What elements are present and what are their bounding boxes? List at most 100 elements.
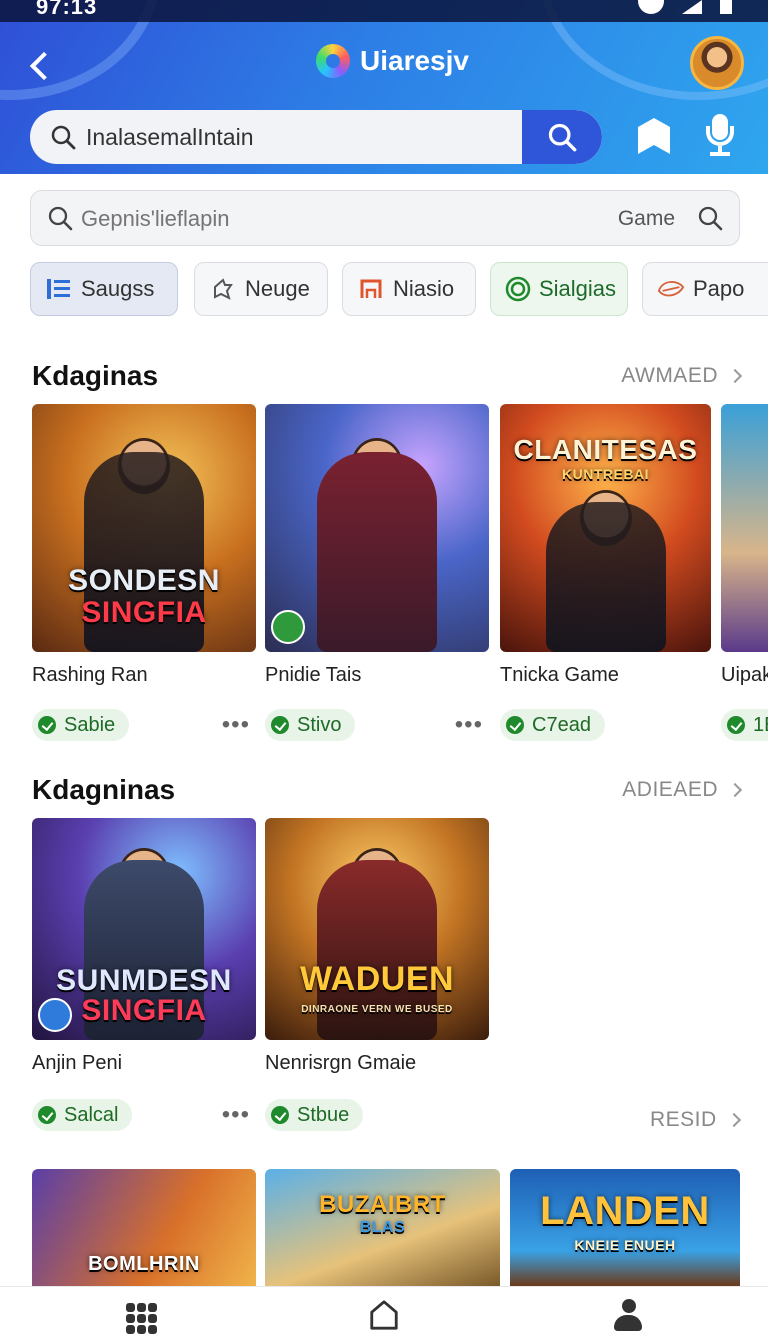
check-icon [727, 716, 745, 734]
game-logo-text: BUZAIBRT [319, 1191, 446, 1218]
chip-sialgias[interactable]: Sialgias [490, 262, 628, 316]
chip-label: Neuge [245, 276, 310, 301]
game-search-input[interactable] [81, 205, 501, 233]
game-logo-text: CLANITESAS [513, 434, 698, 465]
game-thumbnail[interactable] [265, 404, 489, 652]
chip-niasio[interactable]: Niasio [342, 262, 476, 316]
card-meta: 1E [721, 709, 768, 741]
back-arrow-icon[interactable] [22, 46, 62, 86]
game-title: Tnicka Game [500, 664, 619, 686]
chip-papo[interactable]: Papo [642, 262, 768, 316]
see-all-link[interactable]: AWMAED [621, 364, 743, 388]
status-badge[interactable]: Salcal [32, 1099, 133, 1131]
game-thumbnail[interactable]: WADUEN DINRAONE VERN WE BUSED [265, 818, 489, 1040]
game-card[interactable]: BOMLHRIN [32, 1169, 256, 1286]
game-logo-text: SINGFIA [81, 596, 207, 629]
game-card[interactable]: CLANITESAS KUNTREBAI Tnicka Game C7ead [500, 404, 711, 741]
chip-label: Saugss [81, 276, 155, 301]
game-thumbnail[interactable]: LANDEN KNEIE ENUEH [510, 1169, 740, 1286]
see-all-label: ADIEAED [622, 778, 718, 801]
chevron-right-icon [727, 368, 743, 384]
avatar[interactable] [690, 36, 744, 90]
chip-label: Papo [693, 276, 745, 301]
status-time: 97:13 [36, 0, 98, 19]
check-icon [38, 716, 56, 734]
game-logo-text: KUNTREBAI [562, 466, 649, 482]
game-card[interactable]: WADUEN DINRAONE VERN WE BUSED Nenrisrgn … [265, 818, 489, 1131]
game-thumbnail[interactable]: CLANITESAS KUNTREBAI [500, 404, 711, 652]
category-chips: Saugss Neuge Niasio Sialgias Papo [30, 262, 768, 318]
status-bar: 97:13 [0, 0, 768, 22]
app-title-area: Uiaresjv [316, 44, 469, 78]
edit-icon[interactable] [271, 610, 305, 644]
bookmark-icon[interactable] [638, 118, 670, 154]
microphone-icon[interactable] [704, 114, 736, 156]
game-title: Pnidie Tais [265, 664, 362, 686]
battery-icon [720, 0, 732, 14]
status-icons [638, 0, 732, 14]
chip-saugss[interactable]: Saugss [30, 262, 178, 316]
see-all-link[interactable]: RESID [650, 1108, 741, 1132]
search-icon [48, 206, 73, 231]
game-title: Anjin Peni [32, 1052, 123, 1074]
game-title: Rashing Ran [32, 664, 148, 686]
status-label: 1E [753, 713, 768, 736]
game-card[interactable]: BUZAIBRT BLAS [265, 1169, 500, 1286]
main-content: Game Saugss Neuge Niasio [0, 174, 768, 1286]
game-thumbnail[interactable] [721, 404, 768, 652]
see-all-label: RESID [650, 1108, 717, 1131]
game-thumbnail[interactable]: SUNMDESN SINGFIA [32, 818, 256, 1040]
header-search-input[interactable] [86, 122, 526, 152]
status-label: Salcal [64, 1103, 119, 1126]
circle-icon [505, 275, 531, 303]
card-meta: Sabie ••• [32, 709, 256, 741]
game-logo-text: DINRAONE VERN WE BUSED [301, 1004, 453, 1015]
wifi-icon [638, 0, 664, 14]
game-card[interactable]: LANDEN KNEIE ENUEH [510, 1169, 740, 1286]
game-logo-text: BLAS [359, 1219, 406, 1236]
card-meta: C7ead [500, 709, 711, 741]
status-label: Stivo [297, 713, 342, 736]
status-badge[interactable]: Stbue [265, 1099, 364, 1131]
game-logo-text: SONDESN [68, 564, 220, 597]
search-icon [548, 123, 577, 152]
apps-grid-icon[interactable] [122, 1297, 162, 1337]
signal-icon [682, 0, 702, 14]
game-card[interactable]: Pnidie Tais Stivo ••• [265, 404, 489, 741]
check-icon [271, 1106, 289, 1124]
game-title: Nenrisrgn Gmaie [265, 1052, 417, 1074]
status-badge[interactable]: Sabie [32, 709, 130, 741]
status-badge[interactable]: C7ead [500, 709, 605, 741]
check-icon [38, 1106, 56, 1124]
bottom-navigation [0, 1286, 768, 1344]
profile-icon[interactable] [608, 1297, 648, 1337]
game-logo-text: KNEIE ENUEH [574, 1237, 676, 1253]
more-options-icon[interactable]: ••• [222, 1103, 256, 1127]
home-icon[interactable] [364, 1297, 404, 1337]
chip-neuge[interactable]: Neuge [194, 262, 328, 316]
status-label: Stbue [297, 1103, 350, 1126]
game-card[interactable]: SONDESN SINGFIA Rashing Ran Sabie ••• [32, 404, 256, 741]
refresh-icon[interactable] [38, 998, 72, 1032]
character-art [317, 452, 437, 652]
game-thumbnail[interactable]: SONDESN SINGFIA [32, 404, 256, 652]
section-header: Kdaginas AWMAED [32, 360, 743, 394]
game-thumbnail[interactable]: BOMLHRIN [32, 1169, 256, 1286]
app-header: 97:13 Uiaresjv [0, 0, 768, 174]
game-thumbnail[interactable]: BUZAIBRT BLAS [265, 1169, 500, 1286]
more-options-icon[interactable]: ••• [222, 713, 256, 737]
game-card[interactable]: Uipak 1E [721, 404, 768, 741]
game-card[interactable]: SUNMDESN SINGFIA Anjin Peni Salcal ••• [32, 818, 256, 1131]
card-meta: Salcal ••• [32, 1099, 256, 1131]
status-badge[interactable]: 1E [721, 709, 768, 741]
card-meta: Stbue [265, 1099, 489, 1131]
section-title: Kdaginas [32, 360, 159, 391]
more-options-icon[interactable]: ••• [455, 713, 489, 737]
see-all-link[interactable]: ADIEAED [622, 778, 743, 802]
search-scope-label[interactable]: Game [618, 207, 675, 231]
search-submit-button[interactable] [522, 110, 602, 164]
puzzle-icon [209, 275, 237, 303]
status-badge[interactable]: Stivo [265, 709, 356, 741]
search-icon[interactable] [697, 205, 723, 231]
app-title: Uiaresjv [360, 45, 469, 76]
